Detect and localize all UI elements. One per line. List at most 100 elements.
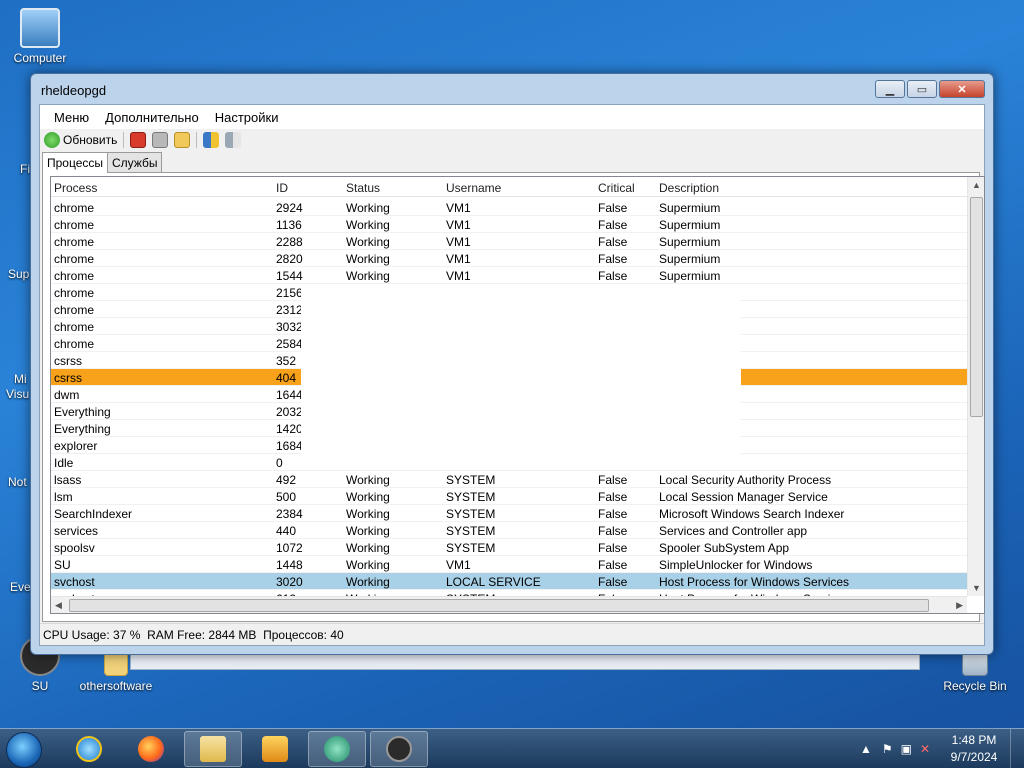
column-header-description[interactable]: Description bbox=[659, 181, 959, 195]
cell-process: chrome bbox=[54, 337, 95, 351]
shield-remove-icon[interactable] bbox=[225, 132, 242, 148]
taskbar-process-manager[interactable] bbox=[308, 731, 366, 767]
cell-process: explorer bbox=[54, 439, 98, 453]
action-center-flag-icon[interactable]: ⚑ bbox=[882, 742, 893, 756]
cell-process: Everything bbox=[54, 405, 111, 419]
table-row[interactable]: chrome 2924 Working VM1 False Supermium bbox=[51, 199, 967, 216]
cell-process: Idle bbox=[54, 456, 74, 470]
volume-muted-icon[interactable]: ✕ bbox=[920, 742, 930, 756]
desktop-icon-computer[interactable]: Computer bbox=[0, 8, 80, 65]
column-header-status[interactable]: Status bbox=[346, 181, 436, 195]
process-count-text: Процессов: 40 bbox=[263, 628, 344, 642]
table-row[interactable]: services 440 Working SYSTEM False Services an… bbox=[51, 522, 967, 539]
cell-process: SU bbox=[54, 558, 71, 572]
su-app-icon bbox=[386, 736, 412, 762]
cell-status: Working bbox=[346, 558, 390, 572]
cell-desc: Local Session Manager Service bbox=[659, 490, 828, 504]
taskbar-media-player[interactable] bbox=[246, 731, 304, 767]
taskbar-su[interactable] bbox=[370, 731, 428, 767]
taskbar-explorer[interactable] bbox=[184, 731, 242, 767]
cell-user: VM1 bbox=[446, 269, 471, 283]
desktop-partial-label: Visu bbox=[6, 387, 30, 401]
column-header-id[interactable]: ID bbox=[276, 181, 336, 195]
table-row[interactable]: chrome 2288 Working VM1 False Supermium bbox=[51, 233, 967, 250]
cell-id: 1448 bbox=[276, 558, 303, 572]
cell-process: csrss bbox=[54, 354, 82, 368]
trash-icon[interactable] bbox=[152, 132, 169, 148]
column-header-username[interactable]: Username bbox=[446, 181, 586, 195]
computer-icon bbox=[20, 8, 60, 48]
desktop-partial-label: Mi bbox=[14, 372, 27, 386]
table-row[interactable]: SU 1448 Working VM1 False SimpleUnlocker for … bbox=[51, 556, 967, 573]
cell-id: 1072 bbox=[276, 541, 303, 555]
start-button[interactable] bbox=[6, 732, 42, 768]
table-row[interactable]: chrome 1136 Working VM1 False Supermium bbox=[51, 216, 967, 233]
clock[interactable]: 1:48 PM 9/7/2024 bbox=[944, 732, 1004, 766]
scroll-up-arrow-icon[interactable]: ▲ bbox=[972, 180, 981, 190]
horizontal-scrollbar[interactable]: ◀ ▶ bbox=[51, 596, 967, 613]
desktop-partial-label: Fi bbox=[20, 162, 30, 176]
cell-desc: Supermium bbox=[659, 218, 721, 232]
vertical-scrollbar[interactable]: ▲ ▼ bbox=[967, 177, 984, 596]
clock-date: 9/7/2024 bbox=[950, 750, 998, 764]
table-row[interactable]: spoolsv 1072 Working SYSTEM False Spooler Sub… bbox=[51, 539, 967, 556]
tab-services[interactable]: Службы bbox=[107, 152, 163, 172]
kill-process-icon[interactable] bbox=[130, 132, 147, 148]
network-icon[interactable]: ▣ bbox=[901, 742, 912, 756]
process-manager-icon bbox=[324, 736, 350, 762]
table-row[interactable]: SearchIndexer 2384 Working SYSTEM False Micro… bbox=[51, 505, 967, 522]
maximize-button[interactable]: ▭ bbox=[907, 80, 937, 98]
cell-process: lsm bbox=[54, 490, 73, 504]
process-list[interactable]: Process ID Status Username Critical Desc… bbox=[50, 176, 985, 614]
cell-process: chrome bbox=[54, 235, 95, 249]
minimize-button[interactable]: ▁ bbox=[875, 80, 905, 98]
desktop-partial-label: Not bbox=[8, 475, 27, 489]
cell-process: services bbox=[54, 524, 99, 538]
cell-critical: False bbox=[598, 541, 628, 555]
table-row[interactable]: chrome 2820 Working VM1 False Supermium bbox=[51, 250, 967, 267]
table-row[interactable]: Idle 0 bbox=[51, 454, 967, 471]
horizontal-scroll-thumb[interactable] bbox=[69, 599, 929, 612]
desktop-icon-label: Computer bbox=[13, 51, 67, 65]
folder-open-icon[interactable] bbox=[174, 132, 191, 148]
close-button[interactable]: ✕ bbox=[939, 80, 985, 98]
show-hidden-icons-icon[interactable]: ▲ bbox=[860, 742, 872, 756]
show-desktop-button[interactable] bbox=[1010, 729, 1024, 768]
cell-user: LOCAL SERVICE bbox=[446, 575, 541, 589]
table-row[interactable]: chrome 1544 Working VM1 False Supermium bbox=[51, 267, 967, 284]
cell-status: Working bbox=[346, 269, 390, 283]
cell-status: Working bbox=[346, 201, 390, 215]
table-row[interactable]: svchost 3020 Working LOCAL SERVICE False Host… bbox=[51, 573, 967, 590]
scroll-down-arrow-icon[interactable]: ▼ bbox=[972, 583, 981, 593]
title-bar[interactable]: rheldeopgd ▁ ▭ ✕ bbox=[31, 74, 993, 104]
menu-item-menu[interactable]: Меню bbox=[46, 110, 97, 125]
column-header-process[interactable]: Process bbox=[54, 181, 254, 195]
cell-process: chrome bbox=[54, 303, 95, 317]
cell-critical: False bbox=[598, 201, 628, 215]
menu-item-settings[interactable]: Настройки bbox=[207, 110, 287, 125]
cell-process: chrome bbox=[54, 218, 95, 232]
table-row[interactable]: lsass 492 Working SYSTEM False Local Security… bbox=[51, 471, 967, 488]
taskbar-firefox[interactable] bbox=[122, 731, 180, 767]
table-row[interactable]: lsm 500 Working SYSTEM False Local Session Ma… bbox=[51, 488, 967, 505]
column-header-critical[interactable]: Critical bbox=[598, 181, 648, 195]
scroll-right-arrow-icon[interactable]: ▶ bbox=[956, 600, 963, 611]
scroll-left-arrow-icon[interactable]: ◀ bbox=[55, 600, 62, 611]
toolbar: Обновить bbox=[40, 129, 984, 151]
cell-desc: SimpleUnlocker for Windows bbox=[659, 558, 813, 572]
desktop-icon-label: SU bbox=[31, 679, 49, 693]
cell-status: Working bbox=[346, 575, 390, 589]
refresh-button[interactable]: Обновить bbox=[44, 132, 117, 148]
desktop-icon-recycle-bin[interactable]: Recycle Bin bbox=[935, 650, 1015, 693]
cell-critical: False bbox=[598, 490, 628, 504]
cell-process: dwm bbox=[54, 388, 80, 402]
vertical-scroll-thumb[interactable] bbox=[970, 197, 983, 417]
cell-critical: False bbox=[598, 473, 628, 487]
tab-processes[interactable]: Процессы bbox=[42, 152, 109, 173]
menu-item-additional[interactable]: Дополнительно bbox=[97, 110, 207, 125]
cell-status: Working bbox=[346, 490, 390, 504]
media-player-icon bbox=[262, 736, 288, 762]
taskbar-ie[interactable] bbox=[60, 731, 118, 767]
processes-tab-panel: Process ID Status Username Critical Desc… bbox=[42, 172, 985, 622]
shield-add-icon[interactable] bbox=[203, 132, 220, 148]
